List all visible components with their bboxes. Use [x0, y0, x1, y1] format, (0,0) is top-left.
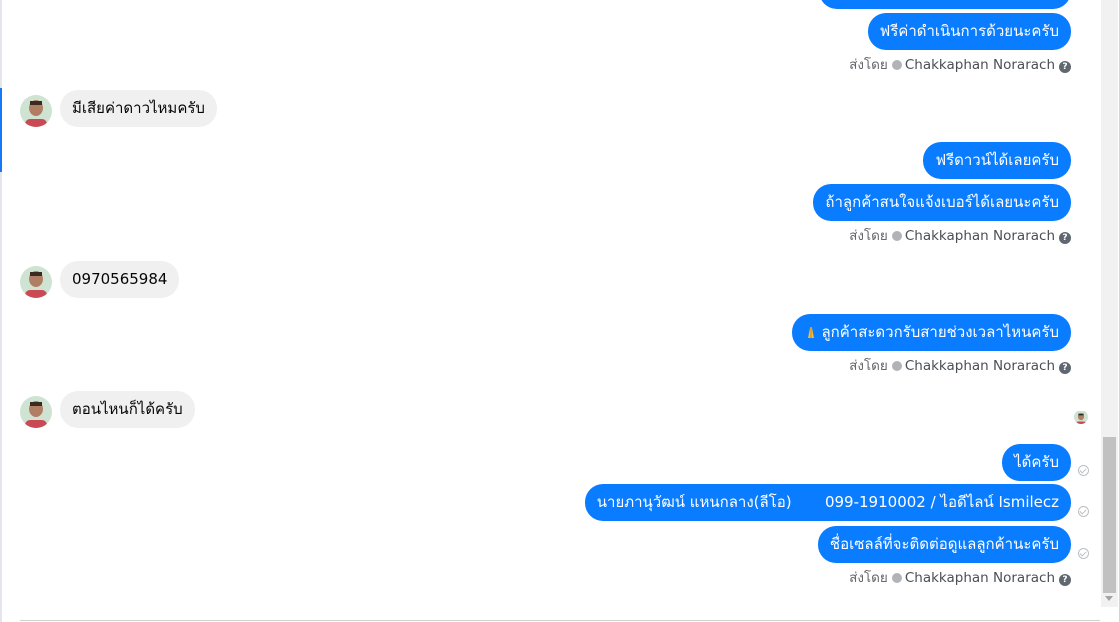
question-circle-icon[interactable]: ?	[1059, 61, 1071, 73]
check-circle-icon	[891, 573, 902, 583]
check-circle-icon	[891, 60, 902, 70]
agent-name[interactable]: Chakkaphan Norarach	[905, 570, 1055, 586]
sent-by-label: ส่งโดย Chakkaphan Norarach?	[849, 357, 1071, 375]
message-bubble-outgoing[interactable]: ฟรีค่าดำเนินการด้วยนะครับ	[867, 13, 1071, 50]
agent-name[interactable]: Chakkaphan Norarach	[905, 228, 1055, 244]
question-circle-icon[interactable]: ?	[1059, 574, 1071, 586]
message-bubble-outgoing[interactable]: นายภานุวัฒน์ แหนกลาง(ลีโอ) 099-1910002 /…	[584, 484, 1071, 521]
question-circle-icon[interactable]: ?	[1059, 232, 1071, 244]
message-bubble-outgoing[interactable]: ได้ครับ	[1002, 444, 1071, 481]
message-bubble-incoming[interactable]: ตอนไหนก็ได้ครับ	[60, 391, 195, 428]
question-circle-icon[interactable]: ?	[1059, 362, 1071, 374]
folded-hands-emoji	[808, 327, 815, 338]
agent-name[interactable]: Chakkaphan Norarach	[905, 57, 1055, 73]
avatar[interactable]	[20, 396, 52, 428]
check-circle-icon	[891, 231, 902, 241]
message-bubble-outgoing[interactable]	[819, 0, 1071, 9]
check-circle-icon	[891, 361, 902, 371]
active-indicator	[0, 88, 2, 172]
seen-avatar	[1074, 410, 1088, 424]
scroll-down-arrow-icon[interactable]	[1105, 596, 1113, 601]
sent-by-label: ส่งโดย Chakkaphan Norarach?	[849, 56, 1071, 74]
check-circle-icon	[1078, 465, 1089, 476]
message-bubble-incoming[interactable]: 0970565984	[60, 261, 180, 298]
sent-by-label: ส่งโดย Chakkaphan Norarach?	[849, 227, 1071, 245]
check-circle-icon	[1078, 506, 1089, 517]
message-bubble-outgoing[interactable]: ชื่อเซลล์ที่จะติดต่อดูแลลูกค้านะครับ	[817, 526, 1071, 563]
agent-name[interactable]: Chakkaphan Norarach	[905, 358, 1055, 374]
check-circle-icon	[1078, 548, 1089, 559]
scrollbar-thumb[interactable]	[1103, 437, 1116, 593]
message-bubble-outgoing[interactable]: ถ้าลูกค้าสนใจแจ้งเบอร์ได้เลยนะครับ	[813, 184, 1071, 221]
composer-divider	[20, 620, 1100, 621]
message-bubble-outgoing[interactable]: ฟรีดาวน์ได้เลยครับ	[923, 142, 1071, 179]
sent-by-label: ส่งโดย Chakkaphan Norarach?	[849, 569, 1071, 587]
avatar[interactable]	[20, 95, 52, 127]
message-bubble-incoming[interactable]: มีเสียค่าดาวไหมครับ	[60, 90, 217, 127]
message-bubble-outgoing[interactable]: ลูกค้าสะดวกรับสายช่วงเวลาไหนครับ	[792, 314, 1071, 351]
avatar[interactable]	[20, 266, 52, 298]
